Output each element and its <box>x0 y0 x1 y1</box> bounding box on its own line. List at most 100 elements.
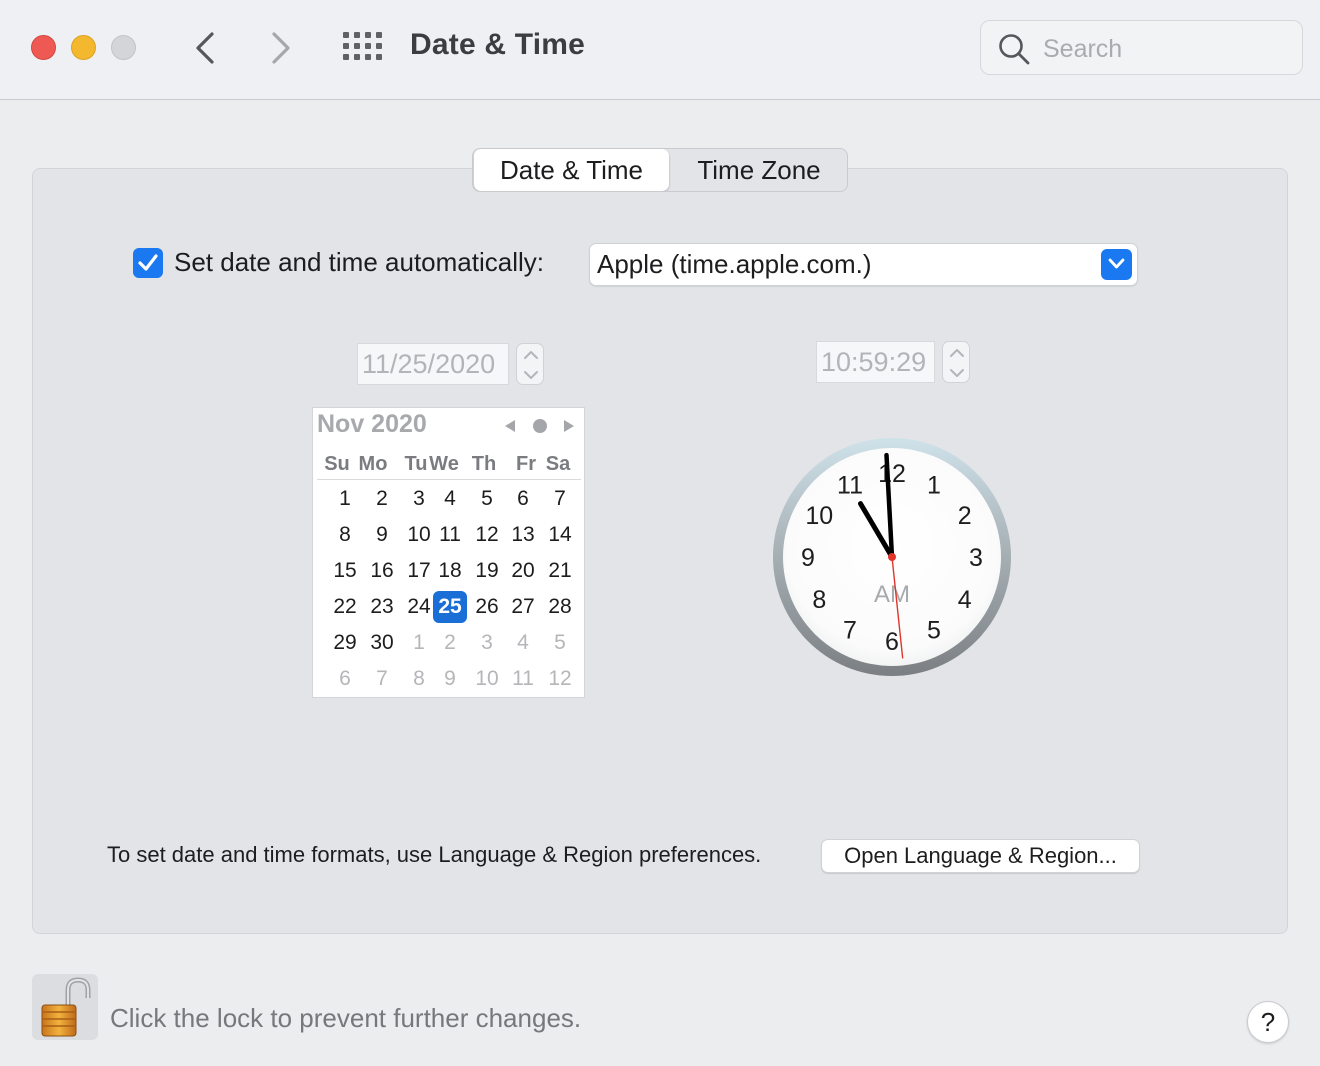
calendar-day[interactable]: 5 <box>543 627 577 659</box>
calendar-day[interactable]: 19 <box>470 555 504 587</box>
tab-time-zone[interactable]: Time Zone <box>671 149 847 191</box>
minimize-button[interactable] <box>71 35 96 60</box>
clock-number: 10 <box>805 502 833 530</box>
chevron-left-icon <box>196 32 214 64</box>
calendar-day[interactable]: 10 <box>402 519 436 551</box>
lock-status-text: Click the lock to prevent further change… <box>110 1003 582 1033</box>
calendar-day[interactable]: 5 <box>470 483 504 515</box>
calendar-day[interactable]: 30 <box>365 627 399 659</box>
clock-meridiem: AM <box>874 581 910 608</box>
tab-date-time[interactable]: Date & Time <box>474 149 669 191</box>
search-placeholder: Search <box>1043 35 1123 63</box>
weekday-header: Mo <box>358 453 388 475</box>
stepper-down-icon[interactable] <box>949 368 965 378</box>
calendar-day[interactable]: 26 <box>470 591 504 623</box>
auto-time-checkbox[interactable] <box>133 248 163 278</box>
weekday-header: Th <box>471 453 497 475</box>
open-language-region-button[interactable]: Open Language & Region... <box>821 839 1140 873</box>
calendar-day[interactable]: 9 <box>433 663 467 695</box>
calendar-day[interactable]: 15 <box>328 555 362 587</box>
calendar-day[interactable]: 6 <box>328 663 362 695</box>
calendar-day[interactable]: 10 <box>470 663 504 695</box>
calendar-day[interactable]: 11 <box>433 519 467 551</box>
today-dot-icon[interactable] <box>533 419 547 433</box>
zoom-button[interactable] <box>111 35 136 60</box>
back-button[interactable] <box>186 28 226 68</box>
time-stepper[interactable] <box>942 341 970 383</box>
calendar-day[interactable]: 24 <box>402 591 436 623</box>
calendar-day[interactable]: 22 <box>328 591 362 623</box>
calendar-divider <box>317 479 581 480</box>
clock-number: 8 <box>812 586 826 614</box>
search-input[interactable]: Search <box>980 20 1303 75</box>
time-server-value: Apple (time.apple.com.) <box>597 249 872 279</box>
calendar-day[interactable]: 12 <box>470 519 504 551</box>
search-icon <box>999 34 1030 65</box>
calendar-day[interactable]: 21 <box>543 555 577 587</box>
calendar-day[interactable]: 7 <box>365 663 399 695</box>
show-all-grid-icon[interactable] <box>343 32 383 62</box>
clock-number: 7 <box>843 617 857 645</box>
stepper-up-icon[interactable] <box>949 348 965 358</box>
clock-center-pin <box>888 553 896 561</box>
formats-hint-text: To set date and time formats, use Langua… <box>107 842 762 867</box>
calendar-day[interactable]: 1 <box>328 483 362 515</box>
stepper-up-icon[interactable] <box>523 350 539 360</box>
clock-number: 3 <box>969 544 983 572</box>
calendar-day[interactable]: 14 <box>543 519 577 551</box>
calendar-month-title: Nov 2020 <box>317 410 427 438</box>
close-button[interactable] <box>31 35 56 60</box>
calendar-day[interactable]: 6 <box>506 483 540 515</box>
stepper-down-icon[interactable] <box>523 370 539 380</box>
clock-number: 12 <box>878 460 906 488</box>
weekday-header: We <box>429 453 459 475</box>
calendar-day[interactable]: 3 <box>402 483 436 515</box>
calendar-day[interactable]: 8 <box>402 663 436 695</box>
analog-clock: 12 12 3 45678 9 1011 AM <box>773 438 1011 676</box>
time-server-select[interactable]: Apple (time.apple.com.) <box>589 243 1138 286</box>
date-stepper[interactable] <box>516 343 544 385</box>
calendar-day[interactable]: 4 <box>433 483 467 515</box>
date-field[interactable]: 11/25/2020 <box>357 343 509 385</box>
help-button[interactable]: ? <box>1247 1001 1289 1043</box>
title-bar: Date & Time Search <box>0 0 1320 100</box>
calendar-day[interactable]: 11 <box>506 663 540 695</box>
time-field[interactable]: 10:59:29 <box>816 341 935 383</box>
calendar-day[interactable]: 8 <box>328 519 362 551</box>
calendar-day[interactable]: 3 <box>470 627 504 659</box>
calendar-day[interactable]: 2 <box>365 483 399 515</box>
forward-button[interactable] <box>260 28 300 68</box>
calendar-day[interactable]: 20 <box>506 555 540 587</box>
calendar-day[interactable]: 16 <box>365 555 399 587</box>
previous-month-icon[interactable] <box>503 418 517 434</box>
calendar-day[interactable]: 17 <box>402 555 436 587</box>
clock-number: 2 <box>958 502 972 530</box>
dropdown-arrow[interactable] <box>1101 249 1132 280</box>
calendar-day[interactable]: 9 <box>365 519 399 551</box>
calendar: Nov 2020 Su Mo Tu We Th Fr Sa 1 2 3 4 5 6 7 8 9 10 11 12 13… <box>312 407 585 698</box>
clock-number: 9 <box>801 544 815 572</box>
chevron-down-icon <box>1108 258 1125 269</box>
calendar-day[interactable]: 1 <box>402 627 436 659</box>
calendar-day[interactable]: 4 <box>506 627 540 659</box>
lock-button[interactable] <box>32 974 98 1040</box>
window-title: Date & Time <box>410 28 586 61</box>
calendar-day[interactable]: 12 <box>543 663 577 695</box>
calendar-day[interactable]: 23 <box>365 591 399 623</box>
calendar-day[interactable]: 7 <box>543 483 577 515</box>
clock-number: 4 <box>958 586 972 614</box>
calendar-day[interactable]: 18 <box>433 555 467 587</box>
calendar-day[interactable]: 29 <box>328 627 362 659</box>
clock-number: 6 <box>885 628 899 656</box>
calendar-day[interactable]: 25 <box>433 591 467 623</box>
auto-time-label: Set date and time automatically: <box>174 247 544 277</box>
calendar-day[interactable]: 27 <box>506 591 540 623</box>
calendar-day[interactable]: 28 <box>543 591 577 623</box>
next-month-icon[interactable] <box>562 418 576 434</box>
weekday-header: Su <box>324 453 350 475</box>
calendar-day[interactable]: 13 <box>506 519 540 551</box>
calendar-day[interactable]: 2 <box>433 627 467 659</box>
tab-bar: Date & Time Time Zone <box>472 148 848 192</box>
weekday-header: Fr <box>516 453 536 475</box>
unlocked-padlock-icon <box>41 977 91 1037</box>
